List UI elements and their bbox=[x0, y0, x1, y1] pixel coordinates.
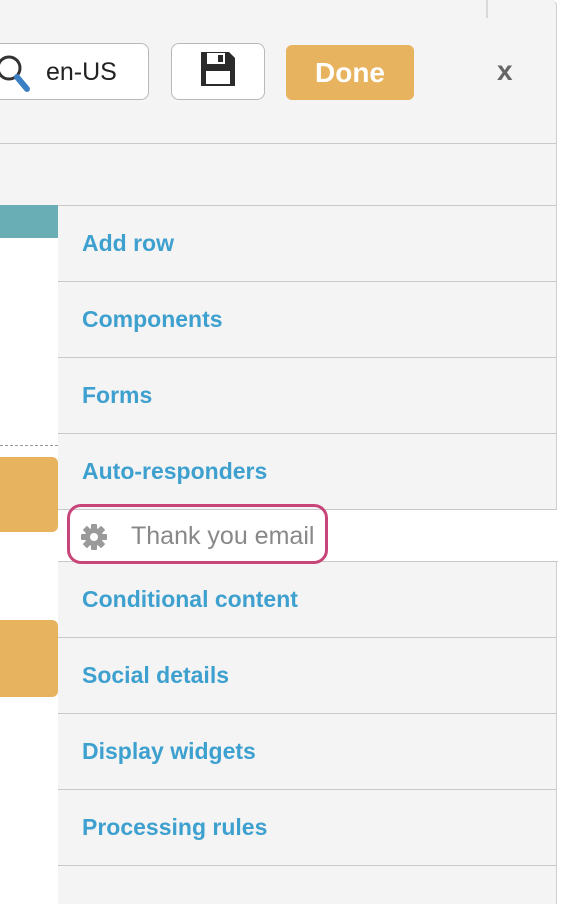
menu-item-auto-responders[interactable]: Auto-responders bbox=[58, 434, 557, 510]
submenu-item-thank-you-email[interactable]: Thank you email bbox=[58, 504, 572, 564]
floppy-disk-icon bbox=[198, 49, 238, 94]
save-button[interactable] bbox=[171, 43, 265, 100]
menu-item-conditional-content[interactable]: Conditional content bbox=[58, 562, 557, 638]
editor-panel: en-US Done x Add row Components Forms Au… bbox=[0, 0, 572, 904]
menu-item-social-details[interactable]: Social details bbox=[58, 638, 557, 714]
canvas-header-strip bbox=[0, 205, 58, 238]
canvas-button-block[interactable] bbox=[0, 620, 58, 697]
menu-item-processing-rules[interactable]: Processing rules bbox=[58, 790, 557, 866]
highlight-outline bbox=[67, 504, 328, 564]
close-button[interactable]: x bbox=[497, 55, 513, 87]
menu-item-display-widgets[interactable]: Display widgets bbox=[58, 714, 557, 790]
menu-item-components[interactable]: Components bbox=[58, 282, 557, 358]
page-canvas bbox=[0, 205, 58, 904]
page-background bbox=[558, 0, 572, 904]
canvas-button-block[interactable] bbox=[0, 457, 58, 532]
search-icon bbox=[0, 52, 39, 101]
add-menu: Add row Components Forms Auto-responders… bbox=[58, 205, 572, 866]
toolbar-divider bbox=[0, 143, 557, 144]
language-value: en-US bbox=[46, 58, 117, 86]
done-button[interactable]: Done bbox=[286, 45, 414, 100]
window-edge bbox=[486, 0, 488, 18]
language-selector[interactable]: en-US bbox=[0, 43, 149, 100]
menu-item-add-row[interactable]: Add row bbox=[58, 206, 557, 282]
menu-item-forms[interactable]: Forms bbox=[58, 358, 557, 434]
canvas-dashed-divider bbox=[0, 445, 58, 446]
